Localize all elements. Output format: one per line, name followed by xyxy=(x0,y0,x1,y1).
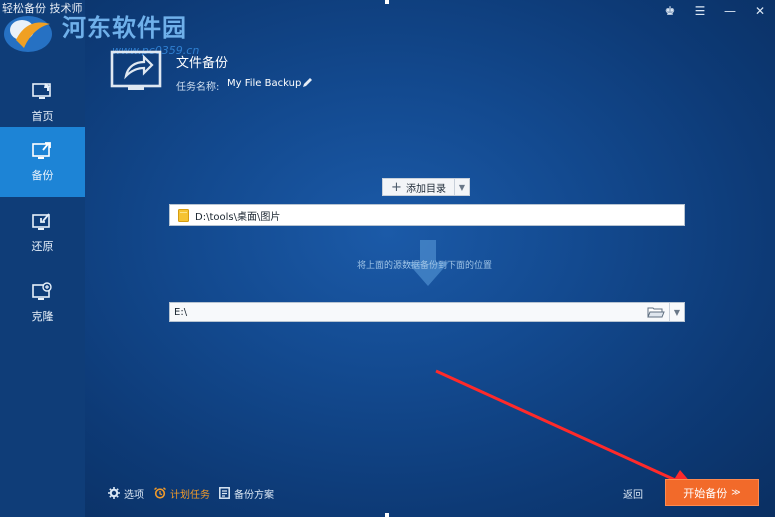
task-name-label: 任务名称: xyxy=(176,82,220,93)
sidebar-item-restore[interactable]: 还原 xyxy=(0,198,85,268)
add-directory-main[interactable]: + 添加目录 xyxy=(383,179,454,195)
backup-scheme-button[interactable]: 备份方案 xyxy=(219,486,274,501)
add-directory-button[interactable]: + 添加目录 ▼ xyxy=(382,178,470,196)
start-backup-label: 开始备份 xyxy=(683,486,728,500)
source-path-field[interactable]: D:\tools\桌面\图片 xyxy=(169,204,685,226)
sidebar-item-backup[interactable]: 备份 xyxy=(0,127,85,197)
plus-icon: + xyxy=(391,179,402,195)
sidebar-item-label: 首页 xyxy=(31,110,54,123)
schedule-button[interactable]: 计划任务 xyxy=(154,486,210,501)
sidebar-item-label: 克隆 xyxy=(31,310,54,323)
pencil-icon[interactable] xyxy=(302,77,313,88)
task-name-value[interactable]: My File Backup xyxy=(227,78,301,89)
destination-path-text: E:\ xyxy=(174,306,188,318)
options-button[interactable]: 选项 xyxy=(108,486,144,501)
alarm-clock-icon xyxy=(154,487,166,499)
menu-icon[interactable]: ☰ xyxy=(685,0,715,22)
document-icon xyxy=(219,487,230,499)
chevron-down-icon: ▼ xyxy=(673,307,681,317)
watermark-site-name: 河东软件园 xyxy=(62,14,187,42)
top-edge-marker xyxy=(385,0,389,4)
file-backup-monitor-icon xyxy=(110,50,162,90)
destination-dropdown[interactable]: ▼ xyxy=(669,303,684,321)
window-controls: ♚ ☰ — ✕ xyxy=(655,0,775,22)
start-backup-button[interactable]: 开始备份 ≫ xyxy=(665,479,759,506)
backup-scheme-label: 备份方案 xyxy=(234,489,274,501)
home-monitor-icon xyxy=(31,83,51,99)
double-chevron-icon: ≫ xyxy=(731,487,741,498)
sidebar-item-label: 还原 xyxy=(31,240,54,253)
backup-monitor-icon xyxy=(31,142,51,159)
options-label: 选项 xyxy=(124,489,144,501)
minimize-icon[interactable]: — xyxy=(715,0,745,22)
source-path-text: D:\tools\桌面\图片 xyxy=(195,211,281,223)
gear-icon xyxy=(108,487,120,499)
clone-monitor-icon xyxy=(31,282,52,300)
sidebar: 首页 备份 还原 克隆 xyxy=(0,0,85,517)
schedule-label: 计划任务 xyxy=(170,489,210,501)
hint-text: 将上面的源数据备份到下面的位置 xyxy=(357,261,493,271)
restore-monitor-icon xyxy=(31,213,50,230)
chevron-down-icon: ▼ xyxy=(458,182,466,192)
sidebar-item-clone[interactable]: 克隆 xyxy=(0,268,85,338)
pin-icon[interactable]: ♚ xyxy=(655,0,685,22)
add-directory-label: 添加目录 xyxy=(405,183,446,195)
browse-folder-icon[interactable] xyxy=(647,306,665,318)
back-button[interactable]: 返回 xyxy=(623,486,643,501)
page-title: 文件备份 xyxy=(176,56,229,71)
app-window: 首页 备份 还原 克隆 轻松备份 技术师 河东软件园 www.pc0359.cn… xyxy=(0,0,775,517)
watermark-logo xyxy=(4,16,52,52)
close-icon[interactable]: ✕ xyxy=(745,0,775,22)
bottom-edge-marker xyxy=(385,513,389,517)
folder-icon xyxy=(178,208,189,222)
add-directory-dropdown[interactable]: ▼ xyxy=(454,179,469,195)
destination-path-field[interactable]: E:\ ▼ xyxy=(169,302,685,322)
sidebar-item-label: 备份 xyxy=(31,169,54,182)
